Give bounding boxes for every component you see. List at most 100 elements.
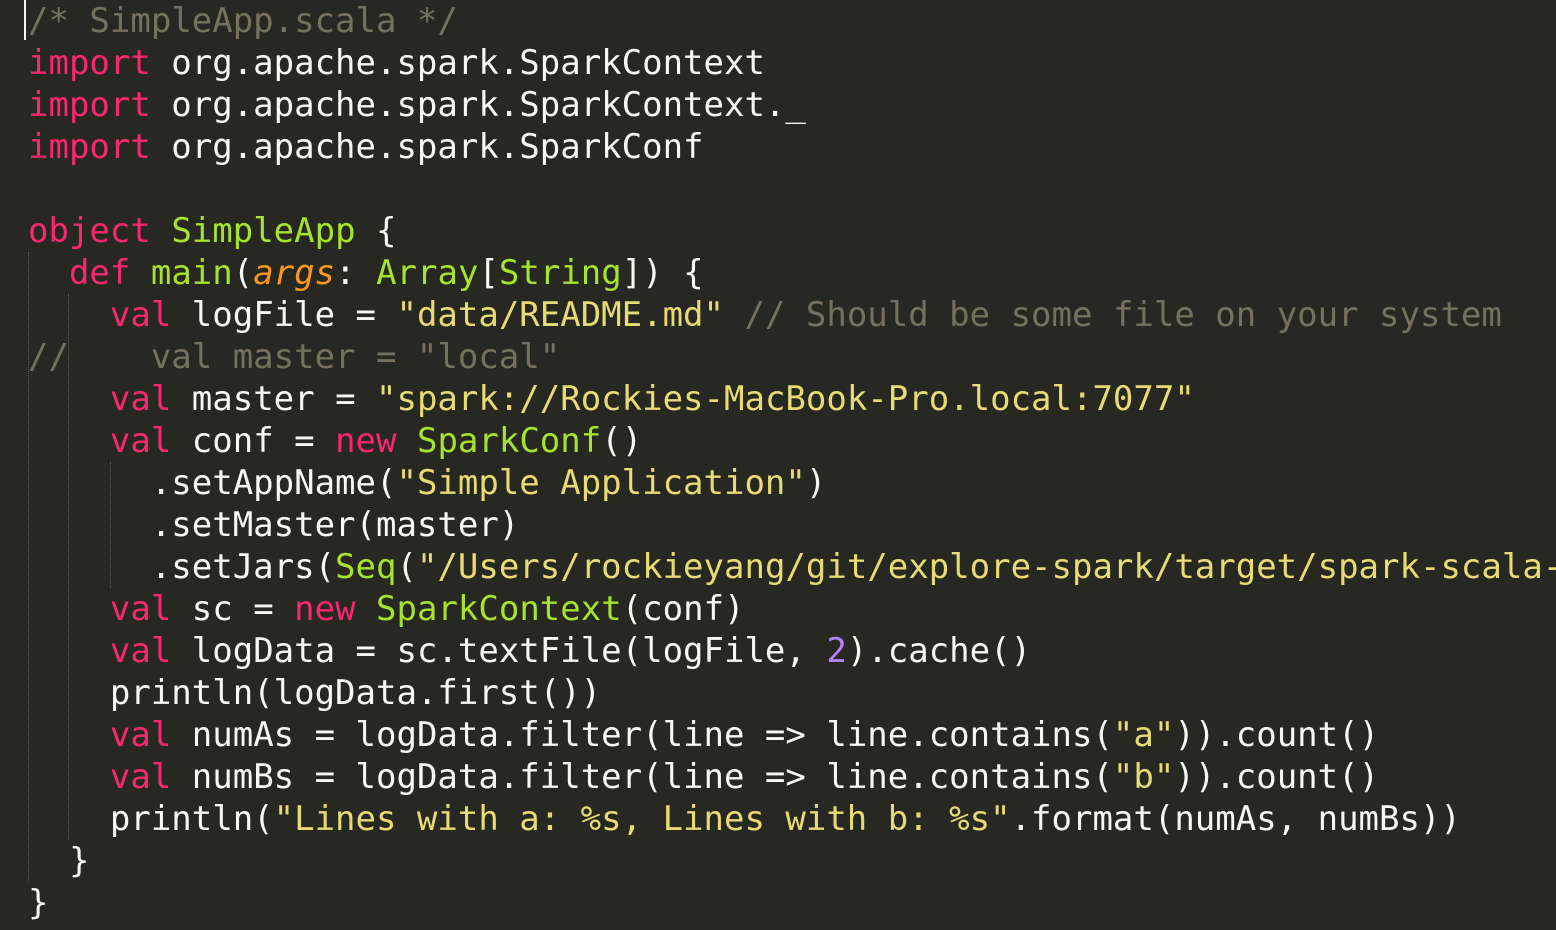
code-token-plain: ).cache() <box>846 631 1032 671</box>
code-token-plain: .setMaster(master) <box>28 505 520 545</box>
code-line[interactable]: val numAs = logData.filter(line => line.… <box>28 714 1556 756</box>
code-token-keyword: import <box>28 85 151 125</box>
code-token-string: "b" <box>1112 757 1175 797</box>
code-token-plain: (conf) <box>621 589 745 629</box>
text-cursor <box>24 0 26 40</box>
code-token-plain: ( <box>396 547 417 587</box>
code-line[interactable]: } <box>28 840 1556 882</box>
code-token-plain: master = <box>171 379 377 419</box>
code-line[interactable] <box>28 168 1556 210</box>
code-line[interactable]: val logFile = "data/README.md" // Should… <box>28 294 1556 336</box>
code-line[interactable]: /* SimpleApp.scala */ <box>28 0 1556 42</box>
code-token-string: "a" <box>1112 715 1175 755</box>
code-line[interactable]: // val master = "local" <box>28 336 1556 378</box>
code-token-type: SparkContext <box>376 589 622 629</box>
code-token-plain: } <box>28 841 90 881</box>
code-token-plain: ) <box>805 463 827 503</box>
code-line[interactable]: val numBs = logData.filter(line => line.… <box>28 756 1556 798</box>
code-token-plain: )).count() <box>1174 715 1380 755</box>
code-token-string: "Lines with a: %s, Lines with b: %s" <box>273 799 1011 839</box>
code-token-plain: } <box>28 883 49 923</box>
code-token-string: "data/README.md" <box>396 295 724 335</box>
code-token-plain: sc = <box>171 589 295 629</box>
code-token-type: Seq <box>335 547 397 587</box>
code-token-keyword: val <box>109 589 172 629</box>
code-line[interactable]: val conf = new SparkConf() <box>28 420 1556 462</box>
code-token-comment: // val master = "local" <box>28 337 561 377</box>
code-token-plain: numBs = logData.filter(line => line.cont… <box>171 757 1113 797</box>
code-token-keyword: import <box>28 127 151 167</box>
code-token-type: SparkConf <box>416 421 602 461</box>
code-line[interactable]: object SimpleApp { <box>28 210 1556 252</box>
code-token-plain: org.apache.spark.SparkConf <box>150 127 704 167</box>
code-token-plain: : <box>335 253 377 293</box>
code-token-plain: org.apache.spark.SparkContext._ <box>150 85 806 125</box>
code-token-plain: [ <box>478 253 499 293</box>
code-token-string: "Simple Application" <box>396 463 806 503</box>
code-token-keyword: val <box>109 757 172 797</box>
code-token-keyword: def <box>68 253 131 293</box>
code-token-plain: .format(numAs, numBs)) <box>1010 799 1461 839</box>
code-token-func: main <box>150 253 233 293</box>
code-token-keyword: val <box>109 421 172 461</box>
code-line[interactable]: } <box>28 882 1556 924</box>
code-token-keyword: val <box>109 295 172 335</box>
code-line[interactable]: .setMaster(master) <box>28 504 1556 546</box>
code-token-type: Array <box>376 253 479 293</box>
code-token-plain: logFile = <box>171 295 397 335</box>
code-token-plain: org.apache.spark.SparkContext <box>150 43 765 83</box>
code-token-type: String <box>498 253 622 293</box>
code-line[interactable]: import org.apache.spark.SparkConf <box>28 126 1556 168</box>
code-token-keyword: val <box>109 631 172 671</box>
code-token-keyword: new <box>294 589 356 629</box>
code-token-plain: () <box>601 421 643 461</box>
code-token-plain: .setJars( <box>28 547 336 587</box>
code-line[interactable]: .setAppName("Simple Application") <box>28 462 1556 504</box>
code-line[interactable]: import org.apache.spark.SparkContext._ <box>28 84 1556 126</box>
code-line[interactable]: def main(args: Array[String]) { <box>28 252 1556 294</box>
code-line[interactable]: import org.apache.spark.SparkContext <box>28 42 1556 84</box>
code-token-keyword: val <box>109 715 172 755</box>
code-token-param: args <box>253 253 336 293</box>
code-token-plain: ( <box>232 253 254 293</box>
code-content[interactable]: /* SimpleApp.scala */import org.apache.s… <box>28 0 1556 924</box>
code-token-plain: numAs = logData.filter(line => line.cont… <box>171 715 1113 755</box>
code-token-comment: // Should be some file on your system <box>744 295 1502 335</box>
code-line[interactable]: val master = "spark://Rockies-MacBook-Pr… <box>28 378 1556 420</box>
code-token-keyword: object <box>28 211 151 251</box>
code-token-plain: logData = sc.textFile(logFile, <box>171 631 827 671</box>
code-token-string: "spark://Rockies-MacBook-Pro.local:7077" <box>376 379 1195 419</box>
code-line[interactable]: .setJars(Seq("/Users/rockieyang/git/expl… <box>28 546 1556 588</box>
code-token-number: 2 <box>826 631 847 671</box>
code-token-plain: .setAppName( <box>28 463 397 503</box>
code-token-plain: ]) { <box>621 253 704 293</box>
code-line[interactable]: val sc = new SparkContext(conf) <box>28 588 1556 630</box>
code-token-keyword: new <box>335 421 397 461</box>
code-line[interactable]: val logData = sc.textFile(logFile, 2).ca… <box>28 630 1556 672</box>
code-token-plain: conf = <box>171 421 336 461</box>
code-token-keyword: val <box>109 379 172 419</box>
code-line[interactable]: println("Lines with a: %s, Lines with b:… <box>28 798 1556 840</box>
code-line[interactable]: println(logData.first()) <box>28 672 1556 714</box>
code-token-plain: println(logData.first()) <box>28 673 602 713</box>
code-token-plain: )).count() <box>1174 757 1380 797</box>
code-token-keyword: import <box>28 43 151 83</box>
code-token-plain: println( <box>28 799 274 839</box>
code-token-type: SimpleApp <box>171 211 356 251</box>
code-token-string: "/Users/rockieyang/git/explore-spark/tar… <box>416 547 1556 587</box>
code-token-plain: { <box>355 211 397 251</box>
code-editor[interactable]: /* SimpleApp.scala */import org.apache.s… <box>0 0 1556 930</box>
